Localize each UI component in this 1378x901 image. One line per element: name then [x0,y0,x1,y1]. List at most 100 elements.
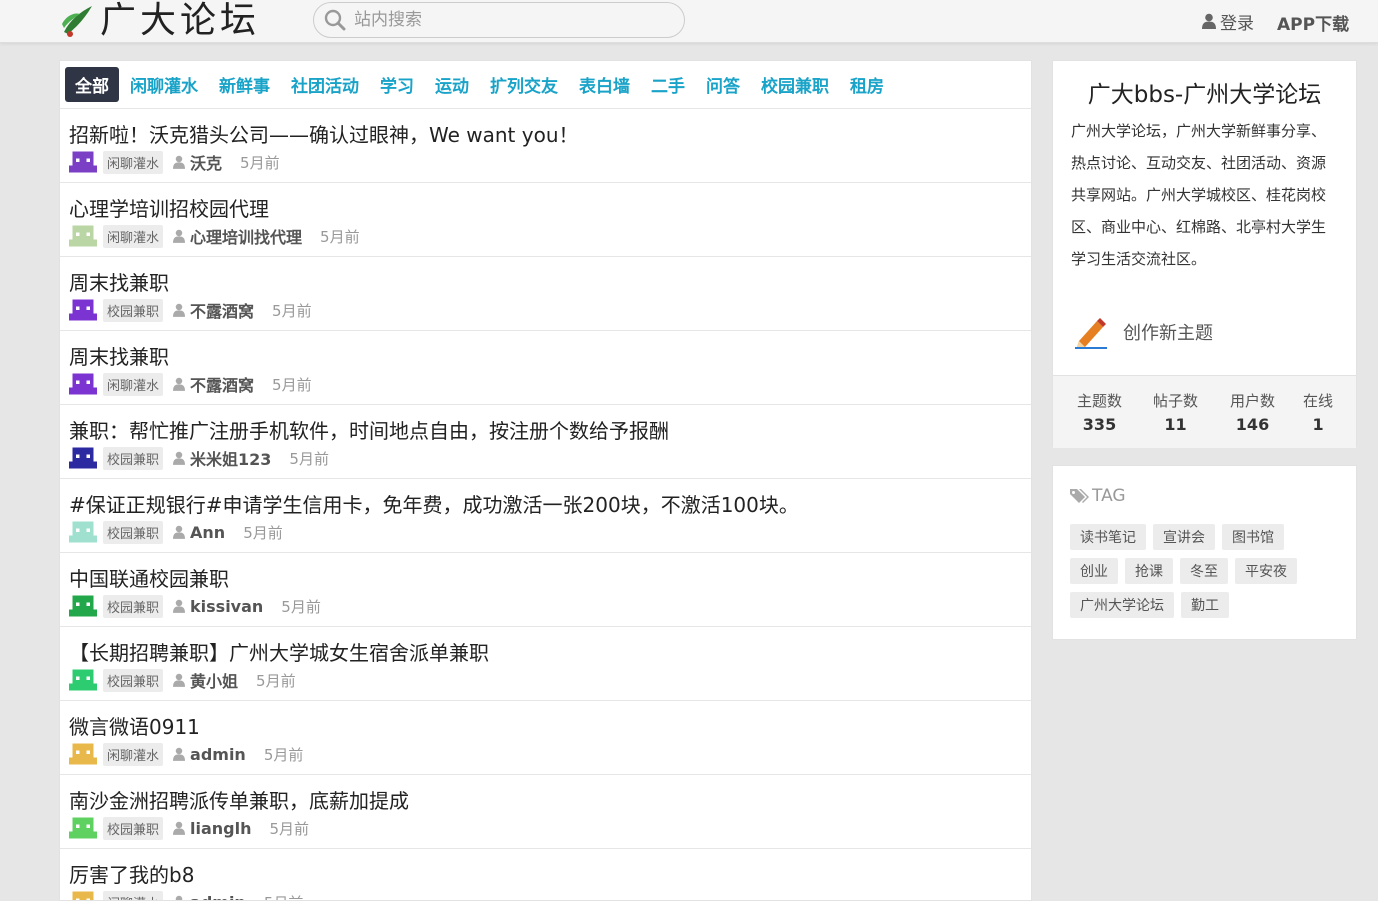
topic-row[interactable]: 心理学培训招校园代理 闲聊灌水 心理培训找代理 5月前 [60,183,1031,257]
stat-label: 帖子数 [1153,392,1199,410]
category-badge[interactable]: 校园兼职 [103,594,164,618]
topic-row[interactable]: 招新啦！沃克猎头公司——确认过眼神，We want you！ 闲聊灌水 沃克 5月前 [60,109,1031,183]
site-logo[interactable]: 广大论坛 [60,0,285,42]
topic-row[interactable]: #保证正规银行#申请学生信用卡，免年费，成功激活一张200块，不激活100块。校… [60,479,1031,553]
category-badge[interactable]: 校园兼职 [103,446,164,470]
category-badge[interactable]: 闲聊灌水 [103,890,164,900]
author[interactable]: 米米姐123 [173,446,271,470]
topic-row[interactable]: 厉害了我的b8 闲聊灌水 admin 5月前 [60,849,1031,901]
topic-title[interactable]: 心理学培训招校园代理 [69,193,269,222]
tag-item[interactable]: 勤工 [1181,592,1229,618]
tag-item[interactable]: 读书笔记 [1070,524,1146,550]
topic-title[interactable]: 【长期招聘兼职】广州大学城女生宿舍派单兼职 [69,637,489,666]
topic-title[interactable]: 招新啦！沃克猎头公司——确认过眼神，We want you！ [69,119,579,148]
avatar[interactable] [69,296,97,324]
author[interactable]: 黄小姐 [173,668,238,692]
topic-meta: 校园兼职 lianglh 5月前 [69,814,309,842]
author[interactable]: Ann [173,523,225,542]
search-box[interactable] [313,2,685,38]
user-icon [173,303,186,317]
category-tab[interactable]: 二手 [651,72,685,97]
author[interactable]: 心理培训找代理 [173,224,302,248]
tag-card: TAG 读书笔记 宣讲会 图书馆 创业 抢课 冬至 平安夜 广州大学论坛 勤工 [1052,465,1357,640]
category-badge[interactable]: 校园兼职 [103,816,164,840]
avatar[interactable] [69,740,97,768]
category-tab[interactable]: 新鲜事 [219,72,270,97]
avatar[interactable] [69,370,97,398]
author[interactable]: 不露酒窝 [173,298,254,322]
author[interactable]: admin [173,893,246,900]
topic-row[interactable]: 微言微语0911 闲聊灌水 admin 5月前 [60,701,1031,775]
category-tab[interactable]: 闲聊灌水 [130,72,198,97]
tag-item[interactable]: 宣讲会 [1153,524,1215,550]
tag-item[interactable]: 图书馆 [1222,524,1284,550]
category-tab[interactable]: 学习 [380,72,414,97]
topic-row[interactable]: 周末找兼职 校园兼职 不露酒窝 5月前 [60,257,1031,331]
topic-title[interactable]: 厉害了我的b8 [69,859,194,888]
avatar[interactable] [69,814,97,842]
topic-title[interactable]: 兼职：帮忙推广注册手机软件，时间地点自由，按注册个数给予报酬 [69,415,669,444]
pencil-icon [1075,318,1107,349]
app-download-link[interactable]: APP下载 [1277,10,1349,35]
user-icon [173,451,186,465]
topic-meta: 闲聊灌水 不露酒窝 5月前 [69,370,312,398]
author[interactable]: admin [173,745,246,764]
category-badge[interactable]: 闲聊灌水 [103,150,164,174]
avatar[interactable] [69,592,97,620]
tag-item[interactable]: 创业 [1070,558,1118,584]
category-tab[interactable]: 表白墙 [579,72,630,97]
category-tab[interactable]: 运动 [435,72,469,97]
topic-title[interactable]: 南沙金洲招聘派传单兼职，底薪加提成 [69,785,409,814]
topic-row[interactable]: 中国联通校园兼职 校园兼职 kissivan 5月前 [60,553,1031,627]
category-badge[interactable]: 校园兼职 [103,298,164,322]
stat-value: 335 [1082,415,1117,434]
topic-title[interactable]: 中国联通校园兼职 [69,563,229,592]
author-name: 米米姐123 [190,450,272,469]
topic-row[interactable]: 兼职：帮忙推广注册手机软件，时间地点自由，按注册个数给予报酬 校园兼职 米米姐123… [60,405,1031,479]
user-icon [173,525,186,539]
top-header: 广大论坛 登录 APP下载 [0,0,1378,43]
avatar[interactable] [69,888,97,901]
category-tab[interactable]: 问答 [706,72,740,97]
category-tab[interactable]: 扩列交友 [490,72,558,97]
category-badge[interactable]: 闲聊灌水 [103,224,164,248]
avatar[interactable] [69,148,97,176]
category-tab[interactable]: 全部 [65,67,119,102]
category-badge[interactable]: 闲聊灌水 [103,372,164,396]
category-badge[interactable]: 闲聊灌水 [103,742,164,766]
topic-title[interactable]: 周末找兼职 [69,267,169,296]
topic-row[interactable]: 【长期招聘兼职】广州大学城女生宿舍派单兼职 校园兼职 黄小姐 5月前 [60,627,1031,701]
category-tab[interactable]: 校园兼职 [761,72,829,97]
author[interactable]: 不露酒窝 [173,372,254,396]
category-tab[interactable]: 社团活动 [291,72,359,97]
user-icon [173,599,186,613]
post-time: 5月前 [240,153,280,172]
search-input[interactable] [352,9,676,31]
author[interactable]: lianglh [173,819,252,838]
category-badge[interactable]: 校园兼职 [103,520,164,544]
topic-row[interactable]: 周末找兼职 闲聊灌水 不露酒窝 5月前 [60,331,1031,405]
new-topic-button[interactable]: 创作新主题 [1073,315,1213,349]
author[interactable]: 沃克 [173,150,222,174]
stat-value: 11 [1164,415,1187,434]
topic-title[interactable]: 微言微语0911 [69,711,200,740]
tag-item[interactable]: 抢课 [1125,558,1173,584]
topic-title[interactable]: #保证正规银行#申请学生信用卡，免年费，成功激活一张200块，不激活100块。 [69,489,799,518]
topic-meta: 闲聊灌水 心理培训找代理 5月前 [69,222,360,250]
category-tab[interactable]: 租房 [850,72,884,97]
author[interactable]: kissivan [173,597,263,616]
avatar[interactable] [69,222,97,250]
user-icon [173,155,186,169]
tag-item[interactable]: 广州大学论坛 [1070,592,1174,618]
avatar[interactable] [69,444,97,472]
login-link[interactable]: 登录 [1202,10,1254,34]
category-badge[interactable]: 校园兼职 [103,668,164,692]
avatar[interactable] [69,666,97,694]
user-icon [173,377,186,391]
tag-item[interactable]: 冬至 [1180,558,1228,584]
tag-item[interactable]: 平安夜 [1235,558,1297,584]
avatar[interactable] [69,518,97,546]
topic-row[interactable]: 南沙金洲招聘派传单兼职，底薪加提成 校园兼职 lianglh 5月前 [60,775,1031,849]
tag-list: 读书笔记 宣讲会 图书馆创业 抢课 冬至 平安夜广州大学论坛 勤工 [1070,524,1340,626]
topic-title[interactable]: 周末找兼职 [69,341,169,370]
